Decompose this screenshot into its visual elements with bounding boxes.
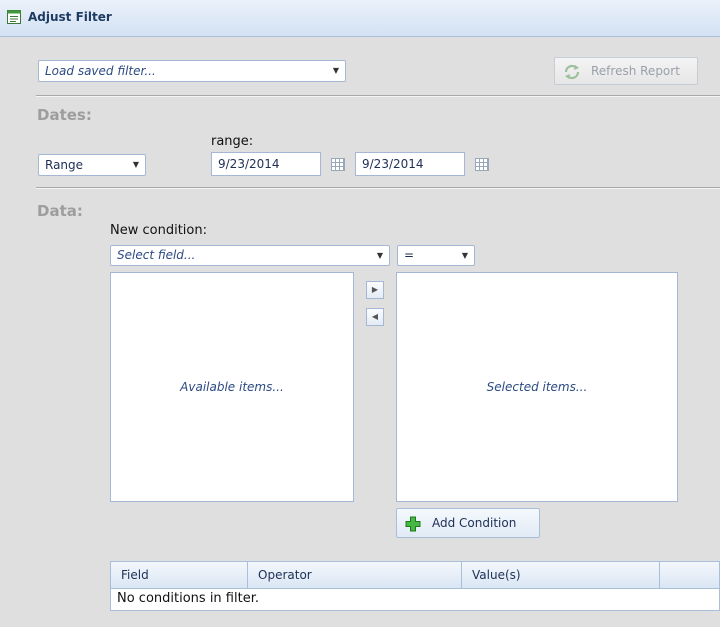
add-condition-label: Add Condition [432, 516, 517, 530]
conditions-table-header: Field Operator Value(s) [110, 561, 720, 589]
chevron-down-icon: ▼ [332, 66, 339, 75]
select-field-dropdown[interactable]: Select field... ▼ [110, 245, 390, 266]
calendar-icon[interactable] [331, 158, 345, 171]
refresh-report-label: Refresh Report [591, 64, 680, 78]
refresh-icon [564, 64, 580, 80]
available-items-list[interactable]: Available items... [110, 272, 354, 502]
calendar-icon[interactable] [475, 158, 489, 171]
selected-items-list[interactable]: Selected items... [396, 272, 678, 502]
operator-value: = [404, 248, 415, 262]
dates-section-label: Dates: [37, 106, 92, 124]
move-left-button[interactable]: ◀ [366, 308, 384, 326]
column-header-operator[interactable]: Operator [248, 561, 462, 589]
available-items-placeholder: Available items... [180, 380, 284, 394]
start-date-input[interactable]: 9/23/2014 [211, 152, 321, 176]
column-header-field[interactable]: Field [110, 561, 248, 589]
selected-items-placeholder: Selected items... [486, 380, 588, 394]
column-header-values[interactable]: Value(s) [462, 561, 660, 589]
add-condition-button[interactable]: Add Condition [396, 508, 540, 538]
select-field-placeholder: Select field... [117, 248, 196, 262]
load-saved-filter-placeholder: Load saved filter... [45, 64, 156, 78]
data-section-label: Data: [37, 202, 83, 220]
chevron-down-icon: ▼ [132, 160, 139, 169]
plus-icon [405, 516, 421, 532]
new-condition-label: New condition: [110, 223, 207, 238]
refresh-report-button[interactable]: Refresh Report [554, 57, 698, 85]
divider [36, 187, 720, 189]
chevron-down-icon: ▼ [461, 251, 468, 260]
empty-conditions-message: No conditions in filter. [110, 589, 720, 611]
date-mode-dropdown[interactable]: Range ▼ [38, 154, 146, 176]
date-mode-value: Range [45, 158, 84, 172]
end-date-input[interactable]: 9/23/2014 [355, 152, 465, 176]
title-bar: Adjust Filter [0, 0, 720, 37]
filter-list-icon [7, 10, 21, 24]
load-saved-filter-dropdown[interactable]: Load saved filter... ▼ [38, 60, 346, 82]
column-header-extra[interactable] [660, 561, 720, 589]
operator-dropdown[interactable]: = ▼ [397, 245, 475, 266]
window-title: Adjust Filter [28, 10, 112, 24]
divider [36, 95, 720, 97]
move-right-button[interactable]: ▶ [366, 281, 384, 299]
chevron-down-icon: ▼ [376, 251, 383, 260]
adjust-filter-window: Adjust Filter Load saved filter... ▼ Ref… [0, 0, 720, 627]
range-label: range: [211, 134, 254, 149]
